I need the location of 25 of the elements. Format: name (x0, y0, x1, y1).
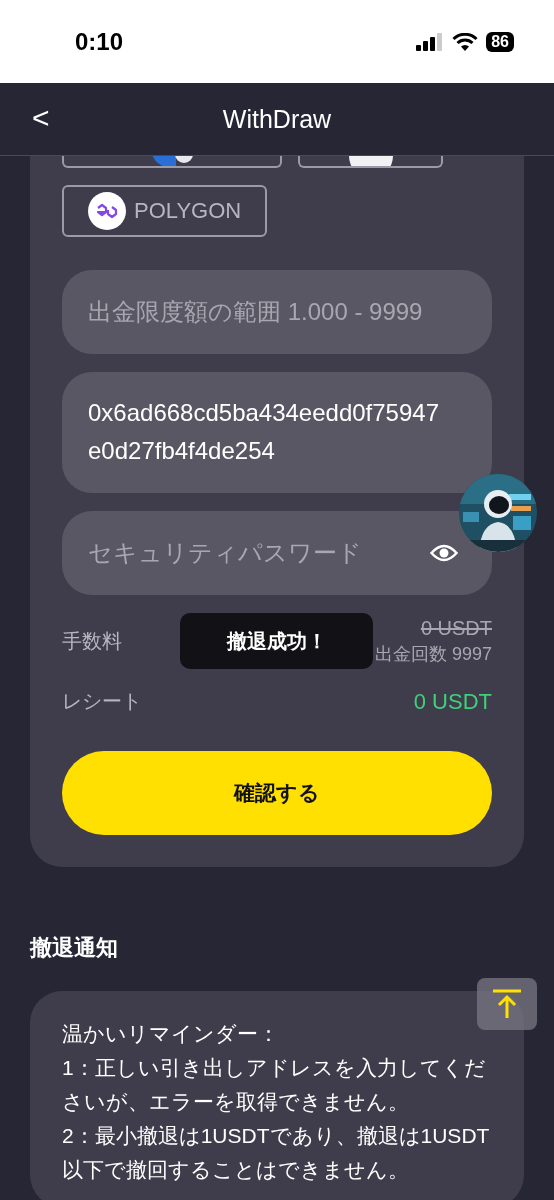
confirm-button[interactable]: 確認する (62, 751, 492, 835)
password-field[interactable]: セキュリティパスワード (62, 511, 492, 595)
page-title: WithDraw (222, 104, 332, 134)
clock: 0:10 (75, 27, 124, 56)
fee-label: 手数料 (62, 629, 122, 654)
remaining-free-count: 出金回数 9997 (374, 643, 492, 666)
signal-icon (416, 32, 445, 51)
receipt-amount: 0 USDT (413, 688, 492, 715)
notice-text: 2：最小撤退は1USDTであり、撤退は1USDT以下で撤回することはできません。 (62, 1123, 491, 1183)
receipt-label: レシート (62, 689, 142, 714)
scroll-to-top-button[interactable] (477, 978, 537, 1030)
back-button[interactable]: < (28, 101, 54, 135)
notice-text: 1：正しい引き出しアドレスを入力してくださいが、エラーを取得できません。 (62, 1055, 487, 1115)
notice-text: 温かいリマインダー： (62, 1021, 280, 1047)
battery-level: 86 (486, 31, 514, 52)
network-chip[interactable]: POLYGON (62, 185, 268, 237)
original-fee: 0 USDT (420, 617, 492, 640)
success-toast: 撤退成功！ (180, 613, 373, 669)
eye-icon[interactable] (430, 543, 458, 563)
section-title: 撤退通知 (30, 934, 119, 962)
arrow-to-top-icon (492, 989, 522, 1019)
amount-field[interactable]: 出金限度額の範囲 1.000 - 9999 (62, 270, 492, 354)
wifi-icon (452, 32, 479, 51)
polygon-logo-icon (88, 192, 126, 230)
address-field[interactable]: 0x6ad668cd5ba434eedd0f75947e0d27fb4f4de254 (62, 372, 492, 493)
